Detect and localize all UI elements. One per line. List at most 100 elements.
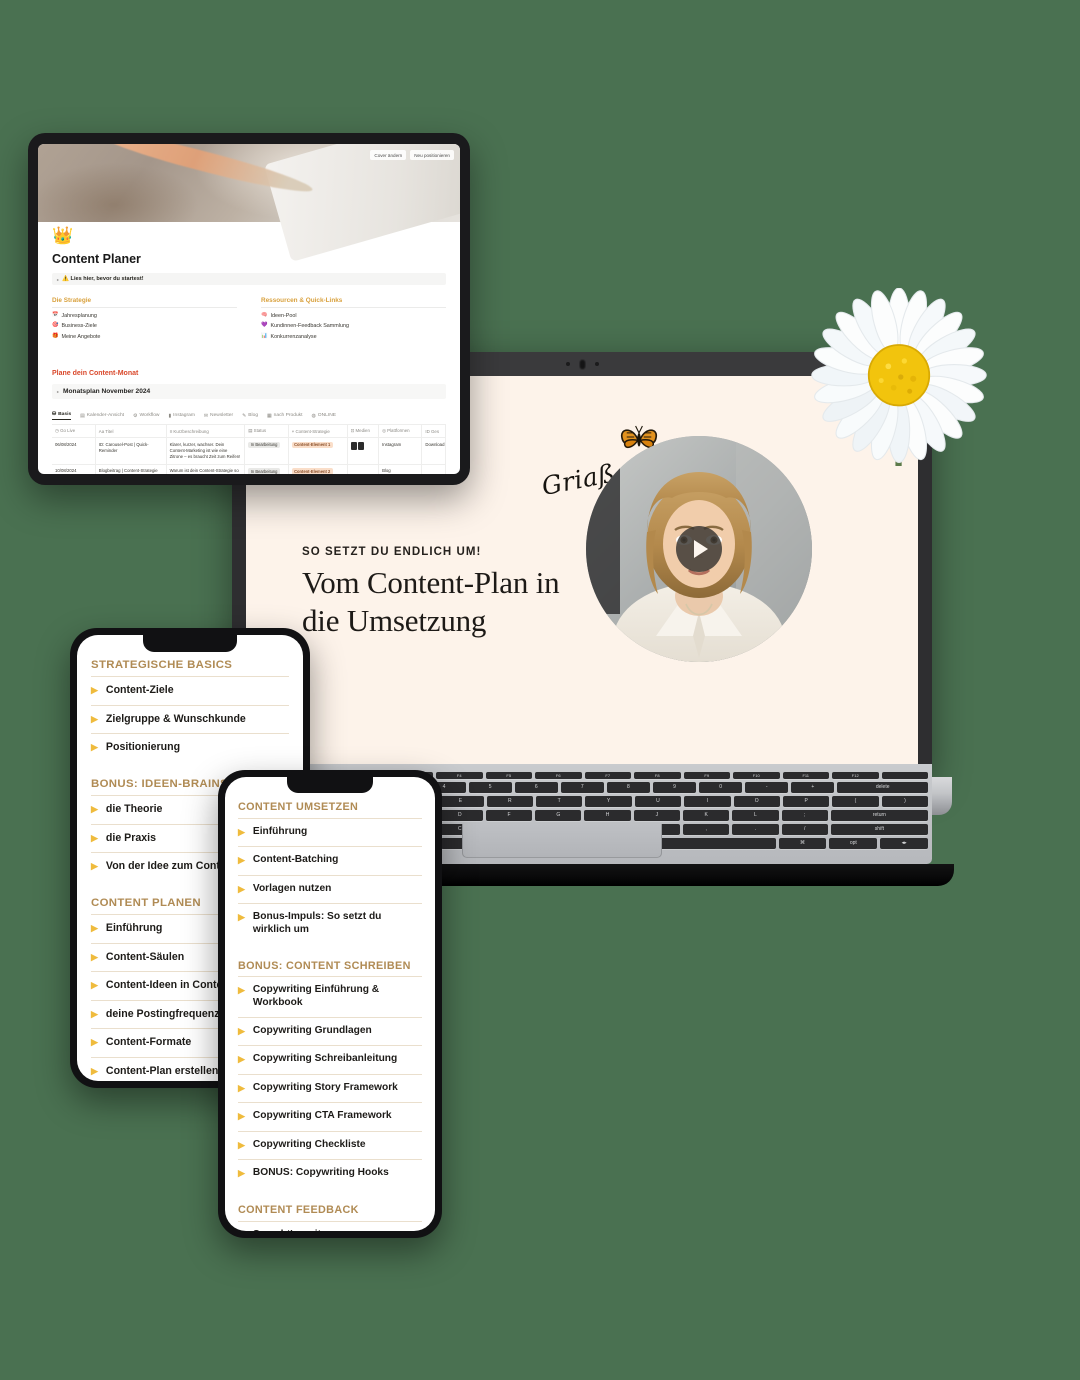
cell-ges: Download [421,437,446,465]
tab-online[interactable]: ◍ ONLINE [312,413,337,419]
key-f7: F7 [584,772,631,779]
column-header-ges[interactable]: ID Ges [421,424,446,438]
table-row[interactable]: 10/08/2024 Blogbeitrag | Content-Strateg… [52,463,446,474]
list-item[interactable]: ▶ Content-Batching [238,846,422,875]
play-arrow-icon: ▶ [91,832,98,843]
list-item[interactable]: ▶ Copywriting Einführung & Workbook [238,976,422,1017]
column-header-medien[interactable]: ⊡ Medien [347,424,380,438]
key-semicolon: ; [781,810,828,821]
list-item[interactable]: ▶ Copywriting Schreibanleitung [238,1045,422,1074]
key-f: F [485,810,533,821]
list-item[interactable]: ▶ Bonus-Impuls: So setzt du wirklich um [238,903,422,944]
list-item[interactable]: ▶ Vorlagen nutzen [238,874,422,904]
play-button[interactable] [676,526,722,572]
notion-callout-toggle[interactable]: ▸ ⚠️ Lies hier, bevor du startest! [52,273,446,285]
list-item[interactable]: ▶ Einführung [238,817,422,847]
media-thumb-icon [350,441,357,450]
tab-workflow[interactable]: ⚙ Workflow [133,413,159,419]
tab-basis[interactable]: ⛁ Basis [52,411,72,420]
list-item[interactable]: 📊 Konkurrenzanalyse [261,332,446,339]
tab-label: Basis [58,411,72,417]
chart-icon: 📊 [261,332,268,339]
list-item[interactable]: ▶ Positionierung [91,733,289,762]
pencil-icon: ✎ [242,413,247,419]
list-item[interactable]: 🧠 Ideen-Pool [261,312,446,318]
list-item[interactable]: ▶ Copywriting Grundlagen [238,1016,422,1046]
table-row[interactable]: 06/08/2024 ID: Carousel-Post | Quick-Rem… [52,437,446,465]
list-item-label: Vorlagen nutzen [252,882,332,894]
list-item-label: Copywriting Einführung & Workbook [252,984,380,1009]
key-f9: F9 [683,772,730,779]
key-o: O [733,796,780,807]
list-item-label: Copywriting Story Framework [252,1081,398,1093]
play-arrow-icon: ▶ [238,985,245,996]
tab-newsletter[interactable]: ✉ Newsletter [204,413,233,419]
list-item-label: Content-Säulen [105,950,185,963]
platform-tag: Instagram [382,441,402,447]
key-bracket-right: ) [881,796,929,807]
key-5: 5 [468,782,512,793]
list-item[interactable]: 🎯 Business-Ziele [52,323,237,329]
list-item[interactable]: 📅 Jahresplanung [52,312,237,318]
cell-status: In Bearbeitung [244,463,289,474]
cell-status: In Bearbeitung [244,437,289,465]
play-arrow-icon: ▶ [91,742,98,753]
list-item[interactable]: ▶ BONUS: Copywriting Hooks [238,1159,422,1188]
column-header-golive[interactable]: ◷ Go Live [52,424,96,438]
tab-label: Workflow [139,413,160,418]
list-item[interactable]: ▶ Zielgruppe & Wunschkunde [91,704,289,734]
monthly-plan-toggle[interactable]: ▸ Monatsplan November 2024 [52,384,446,399]
tab-kalender[interactable]: ▤ Kalender-Ansicht [80,413,124,419]
content-database-table: ◷ Go Live Aa Titel ≡ Kurzbeschreibung ▤ … [52,424,446,474]
play-arrow-icon: ▶ [238,912,245,923]
play-arrow-icon: ▶ [91,1008,98,1019]
play-arrow-icon: ▶ [238,1054,245,1065]
page-icon-emoji[interactable]: 👑 [52,227,446,244]
list-item-label: deine Postingfrequenz [105,1007,220,1020]
notion-page-title: Content Planer [52,252,141,266]
cell-plattformen: Instagram [378,437,423,465]
list-item[interactable]: ▶ Copywriting Checkliste [238,1130,422,1160]
list-item[interactable]: ▶ Content-Ziele [91,676,289,705]
list-item-label: Copywriting Grundlagen [252,1024,372,1036]
table-body: 06/08/2024 ID: Carousel-Post | Quick-Rem… [52,437,446,474]
chevron-right-icon: ▸ [57,276,60,282]
cell-plattformen: Blog [378,463,423,474]
cell-golive: 06/08/2024 [52,437,96,465]
list-item-label: Zielgruppe & Wunschkunde [105,712,246,725]
column-header-titel[interactable]: Aa Titel [95,424,167,438]
list-item[interactable]: 🎁 Meine Angebote [52,333,237,339]
laptop-trackpad[interactable] [462,824,662,858]
reposition-cover-button[interactable]: Neu positionieren [410,150,454,160]
list-item-label: Copywriting Checkliste [252,1138,366,1150]
tab-instagram[interactable]: ▮ Instagram [168,413,194,419]
list-item[interactable]: ▶ So geht's weiter [238,1220,422,1231]
list-item[interactable]: ▶ Copywriting Story Framework [238,1073,422,1103]
column-header-beschreibung[interactable]: ≡ Kurzbeschreibung [166,424,246,438]
phone-notch [287,777,373,793]
video-thumbnail[interactable] [586,436,812,662]
key-t: T [535,796,583,807]
phone-screen-front: CONTENT UMSETZEN ▶ Einführung ▶ Content-Ba… [225,777,435,1231]
notion-two-columns: Die Strategie 📅 Jahresplanung 🎯 Business… [52,297,446,344]
play-arrow-icon: ▶ [91,1065,98,1076]
cover-actions: Cover ändern Neu positionieren [370,150,454,160]
list-item-label: BONUS: Copywriting Hooks [252,1167,389,1179]
play-arrow-icon: ▶ [91,861,98,872]
key-command-right: ⌘ [778,838,827,849]
column-header-plattformen[interactable]: ◎ Plattformen [378,424,423,438]
instagram-icon: ▮ [168,413,172,419]
tab-label: ONLINE [317,413,336,418]
tab-blog[interactable]: ✎ Blog [242,413,258,419]
section-heading: CONTENT FEEDBACK [238,1203,359,1216]
key-y: Y [585,796,632,807]
list-item[interactable]: ▶ Copywriting CTA Framework [238,1102,422,1131]
tab-nach-produkt[interactable]: ▦ nach Produkt [267,413,302,419]
calendar-view-icon: ▤ [80,413,85,419]
database-icon: ⛁ [52,412,57,417]
column-header-status[interactable]: ▤ Status [244,424,289,438]
change-cover-button[interactable]: Cover ändern [370,150,407,160]
column-header-strategie[interactable]: ⑂ Content-Strategie [288,424,348,438]
list-item[interactable]: 💜 Kundinnen-Feedback Sammlung [261,323,446,329]
toggle-label: Monatsplan November 2024 [63,388,151,395]
